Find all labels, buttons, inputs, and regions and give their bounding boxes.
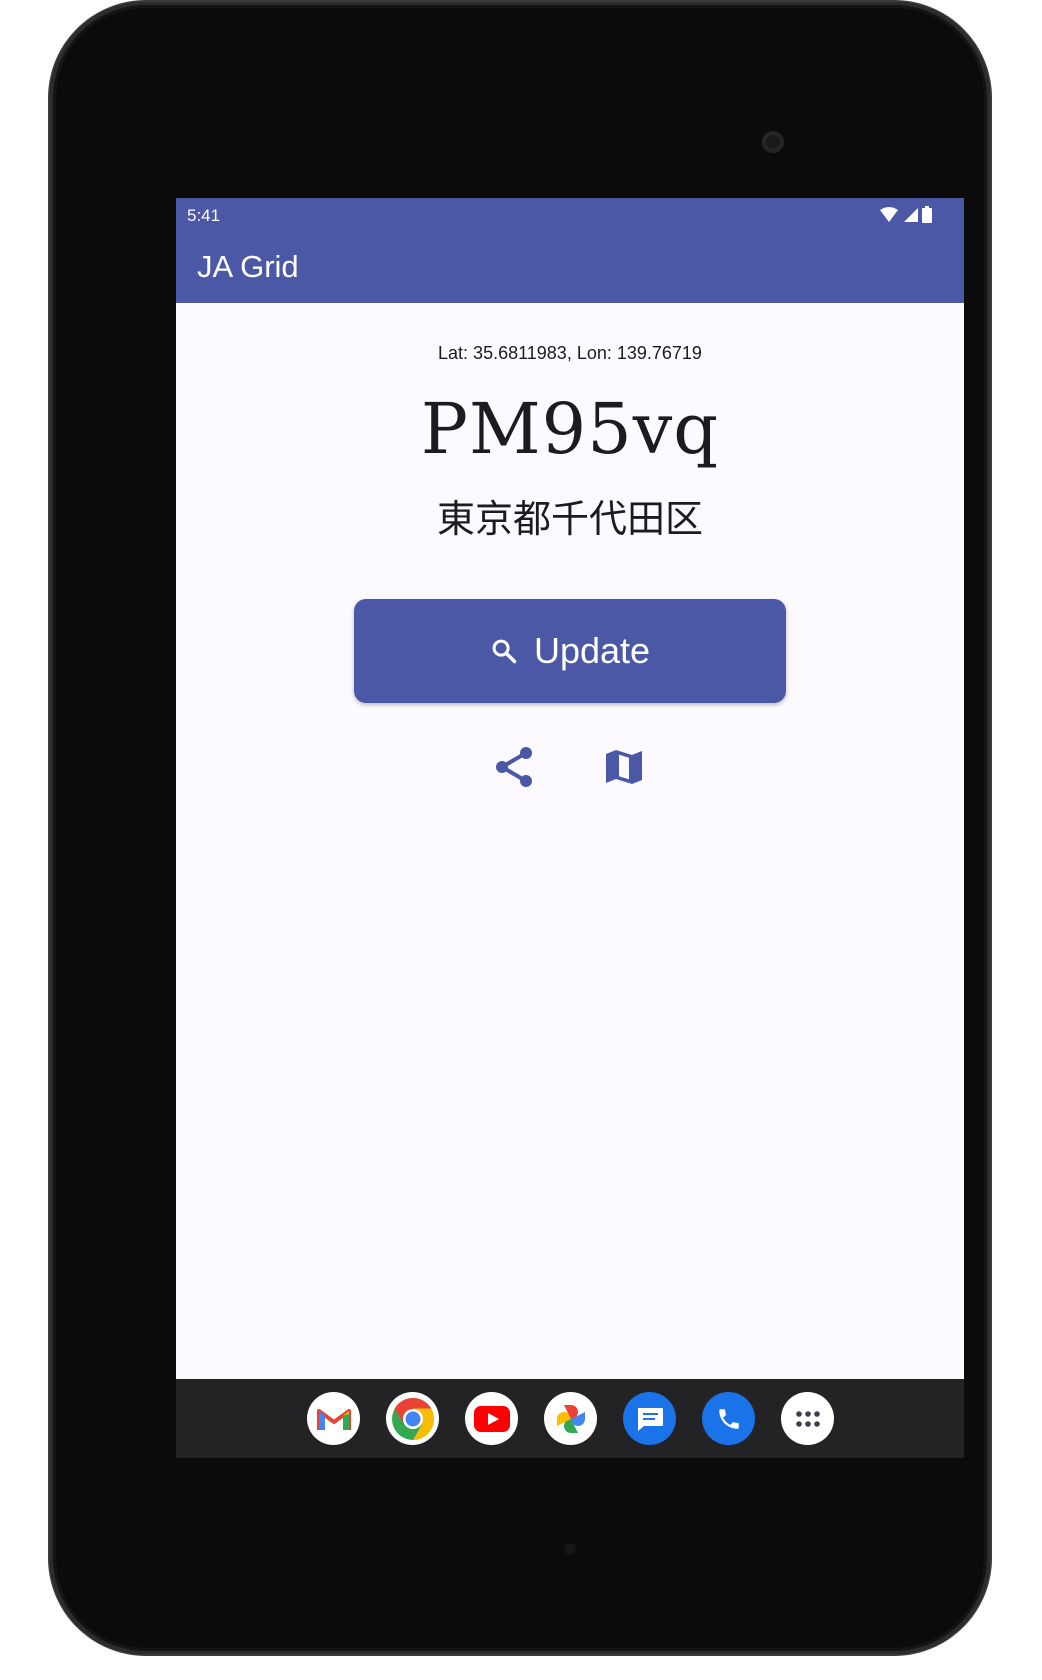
youtube-app[interactable] [465,1392,518,1445]
gmail-icon [316,1408,351,1430]
nav-bar [176,1379,964,1458]
youtube-icon [473,1405,510,1432]
app-title: JA Grid [197,249,299,284]
signal-icon [904,207,918,222]
update-button[interactable]: Update [354,599,786,703]
grid-locator: PM95vq [420,388,720,470]
main-content: Lat: 35.6811983, Lon: 139.76719 PM95vq 東… [176,303,964,1375]
app-drawer[interactable] [781,1392,834,1445]
messages-icon [637,1407,663,1431]
gmail-app[interactable] [307,1392,360,1445]
update-label: Update [533,630,651,671]
action-icon-row [176,743,964,793]
app-drawer-icon [795,1410,820,1427]
sensor-dot [564,1543,576,1555]
app-dock [307,1392,834,1445]
status-icons [880,206,932,223]
tablet-frame: 5:41 JA Grid Lat: 35.6811983, Lon: 139.7… [50,2,990,1654]
map-button[interactable] [600,743,648,791]
wifi-icon [880,206,898,222]
screen: 5:41 JA Grid Lat: 35.6811983, Lon: 139.7… [176,198,964,1458]
status-bar: 5:41 [176,198,964,232]
chrome-icon [391,1397,434,1440]
photos-app[interactable] [544,1392,597,1445]
share-icon [496,747,532,787]
address-text: 東京都千代田区 [436,497,703,541]
search-icon [492,639,517,664]
phone-icon [718,1408,739,1429]
photos-icon [556,1404,585,1433]
phone-app[interactable] [702,1392,755,1445]
status-time: 5:41 [187,206,221,225]
battery-icon [922,206,932,223]
messages-app[interactable] [623,1392,676,1445]
map-icon [606,750,642,784]
app-bar: JA Grid [176,232,964,303]
share-button[interactable] [490,743,538,791]
chrome-app[interactable] [386,1392,439,1445]
front-camera [762,131,784,153]
lat-lon-text: Lat: 35.6811983, Lon: 139.76719 [438,343,702,363]
